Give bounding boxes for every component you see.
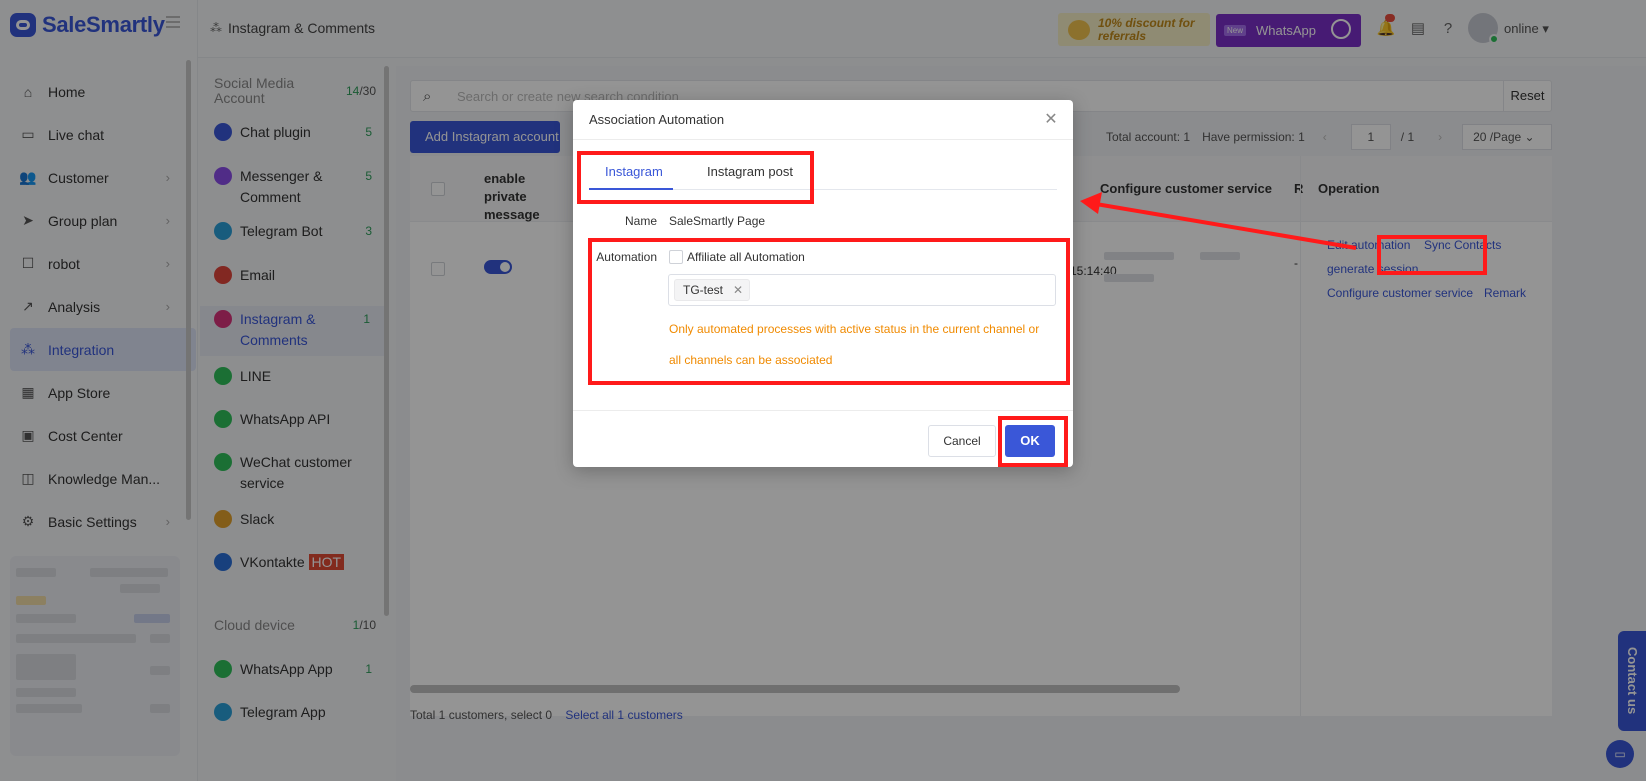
annotation-arrow — [1080, 192, 1357, 250]
